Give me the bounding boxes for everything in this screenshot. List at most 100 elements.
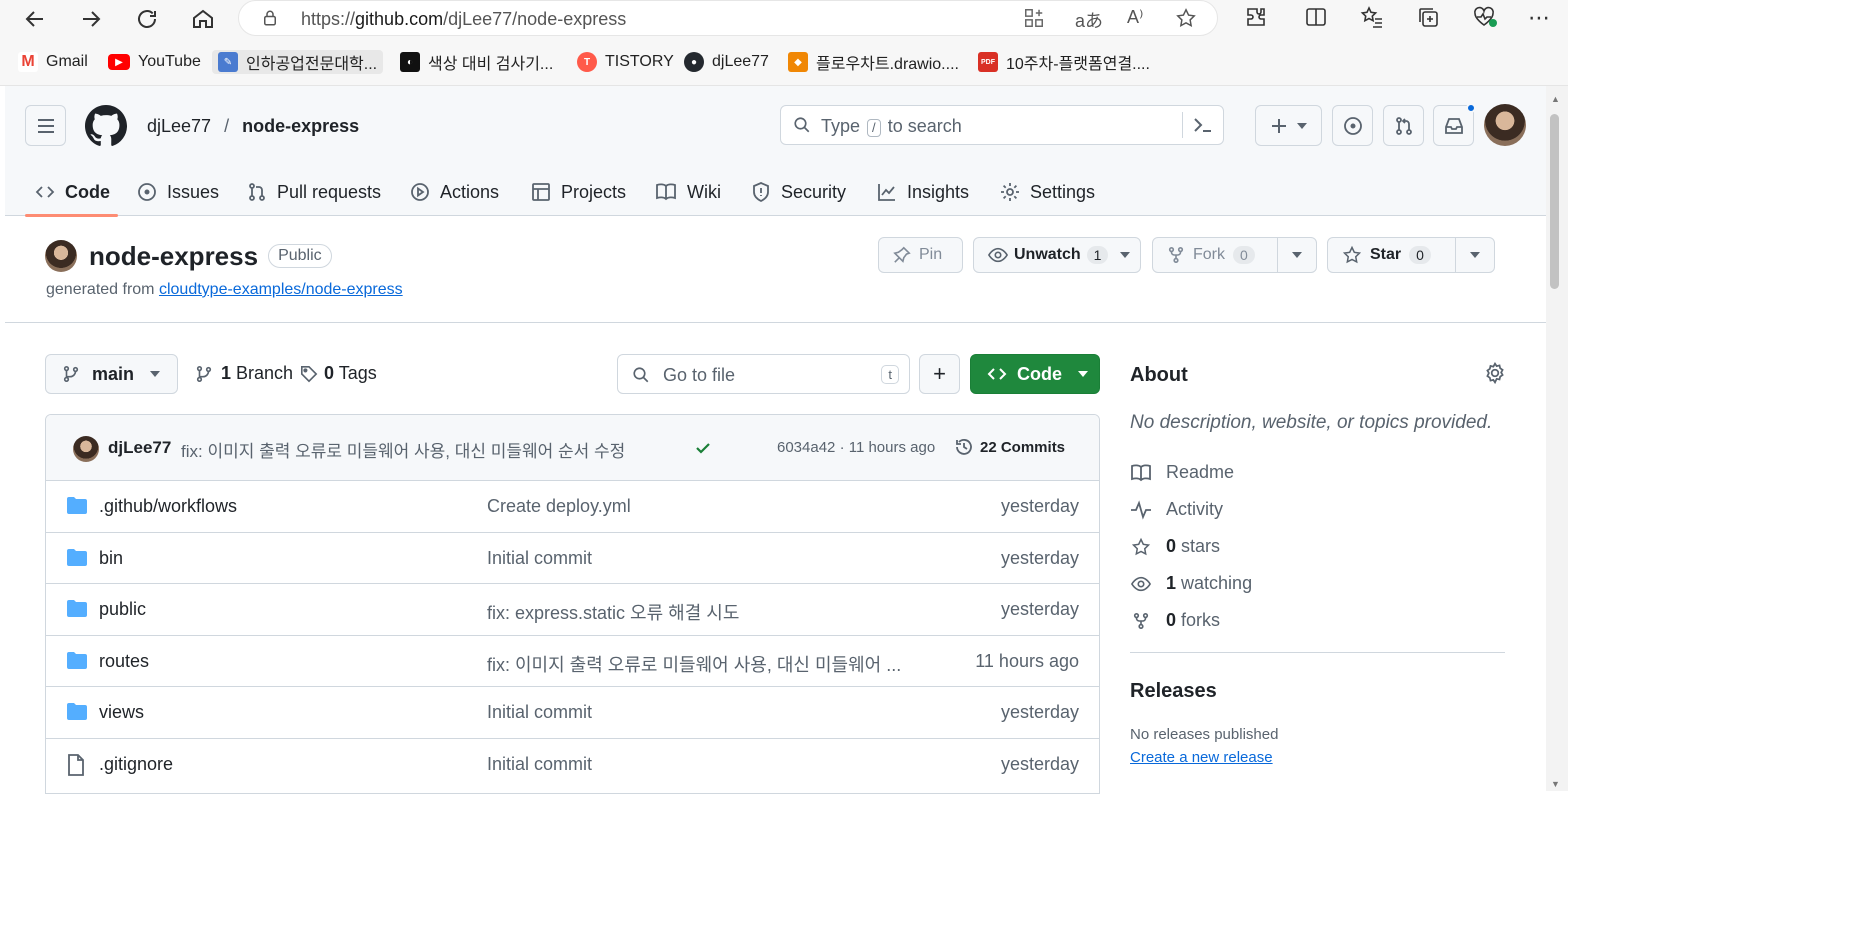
star-button[interactable]: Star 0 <box>1327 237 1495 273</box>
extensions-puzzle-icon[interactable] <box>1244 5 1268 29</box>
tab-code[interactable]: Code <box>35 168 110 216</box>
file-commit-message[interactable]: Create deploy.yml <box>487 496 631 517</box>
bookmark-github[interactable]: ● djLee77 <box>684 50 769 74</box>
app-available-icon[interactable] <box>1023 7 1045 29</box>
pull-requests-button[interactable] <box>1383 105 1424 146</box>
tab-issues[interactable]: Issues <box>137 168 219 216</box>
commit-message[interactable]: fix: 이미지 출력 오류로 미들웨어 사용, 대신 미들웨어 순서 수정 <box>181 437 625 462</box>
graph-icon <box>877 182 897 202</box>
file-date: yesterday <box>1000 599 1079 619</box>
file-name[interactable]: bin <box>99 548 123 569</box>
bookmark-drawio[interactable]: ◆ 플로우차트.drawio.... <box>788 50 959 74</box>
stars-link[interactable]: 0 stars <box>1130 536 1220 557</box>
create-new-button[interactable] <box>1255 105 1322 146</box>
table-row[interactable]: .gitignore Initial commit yesterday <box>46 739 1099 791</box>
tab-projects[interactable]: Projects <box>531 168 626 216</box>
bookmark-tistory[interactable]: T TISTORY <box>577 50 674 74</box>
branch-selector-button[interactable]: main <box>45 354 178 394</box>
file-name[interactable]: routes <box>99 651 149 672</box>
translate-icon[interactable]: aあ <box>1075 7 1103 33</box>
file-commit-message[interactable]: Initial commit <box>487 548 592 569</box>
add-file-button[interactable]: + <box>919 354 960 394</box>
bookmark-contrast-checker[interactable]: ◐ 색상 대비 검사기... <box>400 50 553 74</box>
favorite-star-icon[interactable] <box>1175 7 1197 29</box>
favorites-list-icon[interactable] <box>1360 5 1384 29</box>
gear-icon[interactable] <box>1484 362 1506 384</box>
tab-settings[interactable]: Settings <box>1000 168 1095 216</box>
releases-heading[interactable]: Releases <box>1130 680 1217 703</box>
commit-author-avatar[interactable] <box>73 436 99 462</box>
create-release-link[interactable]: Create a new release <box>1130 749 1273 766</box>
activity-link[interactable]: Activity <box>1130 499 1223 520</box>
caret-down-icon <box>1120 252 1131 258</box>
scroll-down-arrow-icon[interactable]: ▼ <box>1551 779 1560 789</box>
split-screen-icon[interactable] <box>1304 5 1328 29</box>
bookmark-label: 인하공업전문대학... <box>246 56 378 73</box>
tags-link[interactable]: 0 Tags <box>300 363 377 384</box>
repo-link[interactable]: node-express <box>242 116 359 136</box>
bookmark-youtube[interactable]: ▶ YouTube <box>108 50 201 74</box>
forward-arrow-icon[interactable] <box>76 4 106 34</box>
watching-link[interactable]: 1 watching <box>1130 573 1252 594</box>
file-name[interactable]: public <box>99 599 146 620</box>
file-commit-message[interactable]: Initial commit <box>487 754 592 775</box>
address-bar[interactable]: https://github.com/djLee77/node-express … <box>238 0 1218 36</box>
star-dropdown[interactable] <box>1455 238 1494 272</box>
table-row[interactable]: .github/workflows Create deploy.yml yest… <box>46 481 1099 533</box>
owner-avatar[interactable] <box>45 240 77 272</box>
template-repo-link[interactable]: cloudtype-examples/node-express <box>159 281 403 298</box>
check-icon[interactable] <box>694 439 712 457</box>
table-row[interactable]: bin Initial commit yesterday <box>46 533 1099 584</box>
commits-history-link[interactable]: 22 Commits <box>954 437 1065 457</box>
unwatch-button[interactable]: Unwatch 1 <box>973 237 1141 273</box>
read-aloud-icon[interactable]: A⁾ <box>1127 7 1143 28</box>
file-name[interactable]: views <box>99 702 144 723</box>
file-commit-message[interactable]: Initial commit <box>487 702 592 723</box>
table-row[interactable]: views Initial commit yesterday <box>46 687 1099 739</box>
collections-icon[interactable] <box>1416 5 1440 29</box>
readme-link[interactable]: Readme <box>1130 462 1234 483</box>
home-icon[interactable] <box>188 4 218 34</box>
tab-insights[interactable]: Insights <box>877 168 969 216</box>
fork-button[interactable]: Fork 0 <box>1152 237 1317 273</box>
scrollbar-thumb[interactable] <box>1550 114 1559 289</box>
refresh-icon[interactable] <box>132 4 162 34</box>
owner-link[interactable]: djLee77 <box>147 116 211 136</box>
fork-dropdown[interactable] <box>1277 238 1316 272</box>
file-commit-message[interactable]: fix: express.static 오류 해결 시도 <box>487 599 739 625</box>
table-row[interactable]: routes fix: 이미지 출력 오류로 미들웨어 사용, 대신 미들웨어 … <box>46 636 1099 687</box>
bookmark-pdf[interactable]: PDF 10주차-플랫폼연결.... <box>978 50 1150 74</box>
tab-wiki[interactable]: Wiki <box>655 168 721 216</box>
branches-link[interactable]: 1 Branch <box>195 363 293 384</box>
tab-actions[interactable]: Actions <box>410 168 499 216</box>
tab-pull-requests[interactable]: Pull requests <box>247 168 381 216</box>
file-commit-message[interactable]: fix: 이미지 출력 오류로 미들웨어 사용, 대신 미들웨어 ... <box>487 651 901 677</box>
page-scrollbar[interactable]: ▲ ▼ <box>1546 86 1568 791</box>
inbox-button[interactable] <box>1433 103 1476 146</box>
issues-button[interactable] <box>1332 105 1373 146</box>
commit-hash-time[interactable]: 6034a42 · 11 hours ago <box>777 439 935 456</box>
back-arrow-icon[interactable] <box>20 4 50 34</box>
command-palette-icon[interactable] <box>1193 116 1213 134</box>
file-name[interactable]: .gitignore <box>99 754 173 775</box>
code-dropdown-button[interactable]: Code <box>970 354 1100 394</box>
bookmark-inha[interactable]: ✎ 인하공업전문대학... <box>212 50 384 74</box>
lock-icon[interactable] <box>261 9 279 27</box>
user-avatar[interactable] <box>1484 104 1526 146</box>
pin-button[interactable]: Pin <box>878 237 963 273</box>
table-row[interactable]: public fix: express.static 오류 해결 시도 yest… <box>46 584 1099 636</box>
go-to-file-input[interactable]: Go to file t <box>617 354 910 394</box>
bookmark-gmail[interactable]: M Gmail <box>18 50 88 74</box>
more-menu-icon[interactable]: ⋯ <box>1528 5 1550 31</box>
global-search-input[interactable]: Type / to search <box>780 105 1224 145</box>
github-logo-icon[interactable] <box>85 105 127 147</box>
hamburger-menu-button[interactable] <box>25 105 66 146</box>
bookmark-label: YouTube <box>138 53 201 70</box>
repo-name[interactable]: node-express <box>89 241 258 272</box>
tab-security[interactable]: Security <box>751 168 846 216</box>
file-name[interactable]: .github/workflows <box>99 496 237 517</box>
browser-essentials-heart-icon[interactable] <box>1472 5 1498 29</box>
forks-link[interactable]: 0 forks <box>1130 610 1220 631</box>
commit-author[interactable]: djLee77 <box>108 438 171 458</box>
scroll-up-arrow-icon[interactable]: ▲ <box>1551 94 1560 104</box>
